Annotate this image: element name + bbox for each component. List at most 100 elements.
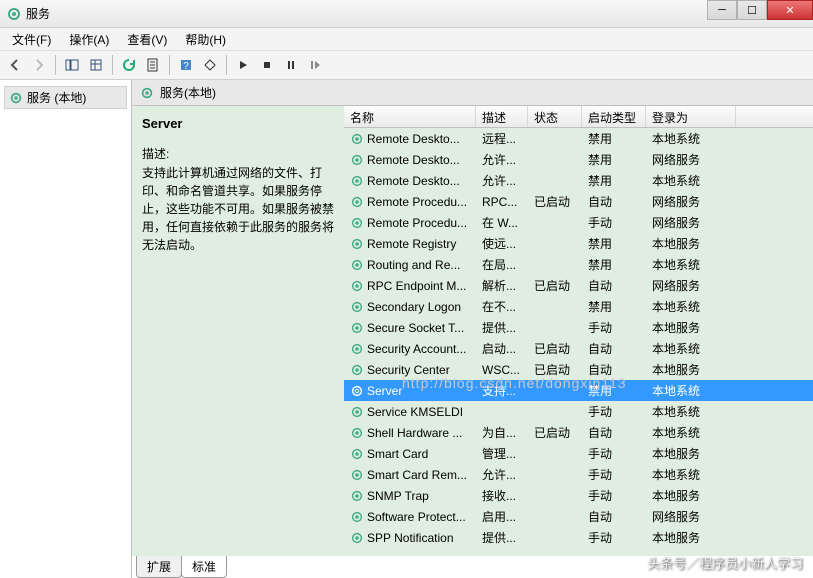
cell-logon: 本地系统 bbox=[646, 403, 736, 420]
close-button[interactable]: ✕ bbox=[767, 0, 813, 20]
restart-button[interactable] bbox=[304, 54, 326, 76]
service-row[interactable]: Remote Deskto...远程...禁用本地系统 bbox=[344, 128, 813, 149]
tab-extended[interactable]: 扩展 bbox=[136, 556, 182, 578]
help-topics-button[interactable] bbox=[199, 54, 221, 76]
cell-desc: 允许... bbox=[476, 466, 528, 483]
detail-desc-label: 描述: bbox=[142, 145, 334, 162]
col-desc[interactable]: 描述 bbox=[476, 106, 528, 127]
service-row[interactable]: Remote Procedu...RPC...已启动自动网络服务 bbox=[344, 191, 813, 212]
cell-desc: 接收... bbox=[476, 487, 528, 504]
pane-header: 服务(本地) bbox=[132, 80, 813, 106]
cell-name: Software Protect... bbox=[344, 510, 476, 524]
services-icon bbox=[6, 6, 22, 22]
cell-logon: 本地服务 bbox=[646, 445, 736, 462]
service-row[interactable]: SNMP Trap接收...手动本地服务 bbox=[344, 485, 813, 506]
cell-name: Service KMSELDI bbox=[344, 405, 476, 419]
separator bbox=[55, 55, 56, 75]
cell-name: RPC Endpoint M... bbox=[344, 279, 476, 293]
cell-startup: 禁用 bbox=[582, 172, 646, 189]
cell-logon: 本地服务 bbox=[646, 529, 736, 546]
minimize-button[interactable]: ─ bbox=[707, 0, 737, 20]
back-button[interactable] bbox=[4, 54, 26, 76]
menu-view[interactable]: 查看(V) bbox=[119, 29, 175, 50]
cell-logon: 本地服务 bbox=[646, 487, 736, 504]
service-row[interactable]: Smart Card Rem...允许...手动本地系统 bbox=[344, 464, 813, 485]
cell-logon: 网络服务 bbox=[646, 214, 736, 231]
cell-startup: 禁用 bbox=[582, 298, 646, 315]
pause-button[interactable] bbox=[280, 54, 302, 76]
cell-logon: 本地系统 bbox=[646, 130, 736, 147]
service-row[interactable]: RPC Endpoint M...解析...已启动自动网络服务 bbox=[344, 275, 813, 296]
service-row[interactable]: Remote Registry使远...禁用本地服务 bbox=[344, 233, 813, 254]
cell-logon: 网络服务 bbox=[646, 193, 736, 210]
window-title: 服务 bbox=[26, 5, 50, 22]
cell-desc: 管理... bbox=[476, 445, 528, 462]
cell-name: Security Center bbox=[344, 363, 476, 377]
service-row[interactable]: Software Protect...启用...自动网络服务 bbox=[344, 506, 813, 527]
service-row[interactable]: Security Account...启动...已启动自动本地系统 bbox=[344, 338, 813, 359]
help-button[interactable]: ? bbox=[175, 54, 197, 76]
menu-file[interactable]: 文件(F) bbox=[4, 29, 59, 50]
refresh-button[interactable] bbox=[118, 54, 140, 76]
cell-logon: 本地系统 bbox=[646, 340, 736, 357]
cell-startup: 禁用 bbox=[582, 130, 646, 147]
separator bbox=[226, 55, 227, 75]
tree-root-services[interactable]: 服务 (本地) bbox=[4, 86, 127, 109]
service-row[interactable]: Remote Procedu...在 W...手动网络服务 bbox=[344, 212, 813, 233]
service-row[interactable]: Server支持...禁用本地系统 bbox=[344, 380, 813, 401]
cell-logon: 本地系统 bbox=[646, 172, 736, 189]
service-row[interactable]: Security CenterWSC...已启动自动本地服务 bbox=[344, 359, 813, 380]
cell-name: Smart Card Rem... bbox=[344, 468, 476, 482]
service-row[interactable]: Remote Deskto...允许...禁用网络服务 bbox=[344, 149, 813, 170]
col-logon[interactable]: 登录为 bbox=[646, 106, 736, 127]
list-body[interactable]: Remote Deskto...远程...禁用本地系统Remote Deskto… bbox=[344, 128, 813, 556]
cell-logon: 网络服务 bbox=[646, 277, 736, 294]
col-name[interactable]: 名称 bbox=[344, 106, 476, 127]
forward-button[interactable] bbox=[28, 54, 50, 76]
service-row[interactable]: Service KMSELDI 手动本地系统 bbox=[344, 401, 813, 422]
cell-name: Secondary Logon bbox=[344, 300, 476, 314]
cell-logon: 本地系统 bbox=[646, 256, 736, 273]
cell-desc: 为自... bbox=[476, 424, 528, 441]
cell-logon: 本地服务 bbox=[646, 319, 736, 336]
service-row[interactable]: Smart Card管理...手动本地服务 bbox=[344, 443, 813, 464]
tree-root-label: 服务 (本地) bbox=[27, 89, 86, 106]
cell-startup: 禁用 bbox=[582, 382, 646, 399]
cell-name: SPP Notification bbox=[344, 531, 476, 545]
cell-startup: 自动 bbox=[582, 361, 646, 378]
cell-logon: 本地服务 bbox=[646, 361, 736, 378]
cell-desc: 启动... bbox=[476, 340, 528, 357]
menu-help[interactable]: 帮助(H) bbox=[177, 29, 234, 50]
pane-body: Server 描述: 支持此计算机通过网络的文件、打印、和命名管道共享。如果服务… bbox=[132, 106, 813, 556]
cell-status: 已启动 bbox=[528, 277, 582, 294]
cell-name: Remote Procedu... bbox=[344, 216, 476, 230]
cell-startup: 禁用 bbox=[582, 151, 646, 168]
cell-desc: WSC... bbox=[476, 363, 528, 377]
col-startup[interactable]: 启动类型 bbox=[582, 106, 646, 127]
cell-status: 已启动 bbox=[528, 340, 582, 357]
service-row[interactable]: Secondary Logon在不...禁用本地系统 bbox=[344, 296, 813, 317]
service-row[interactable]: Remote Deskto...允许...禁用本地系统 bbox=[344, 170, 813, 191]
maximize-button[interactable]: ☐ bbox=[737, 0, 767, 20]
service-row[interactable]: Shell Hardware ...为自...已启动自动本地系统 bbox=[344, 422, 813, 443]
stop-button[interactable] bbox=[256, 54, 278, 76]
menu-action[interactable]: 操作(A) bbox=[61, 29, 117, 50]
show-hide-tree-button[interactable] bbox=[61, 54, 83, 76]
properties-button[interactable] bbox=[142, 54, 164, 76]
cell-startup: 禁用 bbox=[582, 256, 646, 273]
cell-startup: 自动 bbox=[582, 340, 646, 357]
cell-startup: 手动 bbox=[582, 403, 646, 420]
service-row[interactable]: Secure Socket T...提供...手动本地服务 bbox=[344, 317, 813, 338]
export-button[interactable] bbox=[85, 54, 107, 76]
service-row[interactable]: SPP Notification提供...手动本地服务 bbox=[344, 527, 813, 548]
gear-icon bbox=[9, 91, 23, 105]
cell-startup: 自动 bbox=[582, 424, 646, 441]
cell-name: Routing and Re... bbox=[344, 258, 476, 272]
gear-icon bbox=[140, 86, 154, 100]
start-button[interactable] bbox=[232, 54, 254, 76]
service-row[interactable]: Routing and Re...在局...禁用本地系统 bbox=[344, 254, 813, 275]
col-status[interactable]: 状态 bbox=[528, 106, 582, 127]
cell-startup: 禁用 bbox=[582, 235, 646, 252]
pane-title: 服务(本地) bbox=[160, 84, 216, 101]
tab-standard[interactable]: 标准 bbox=[181, 556, 227, 578]
